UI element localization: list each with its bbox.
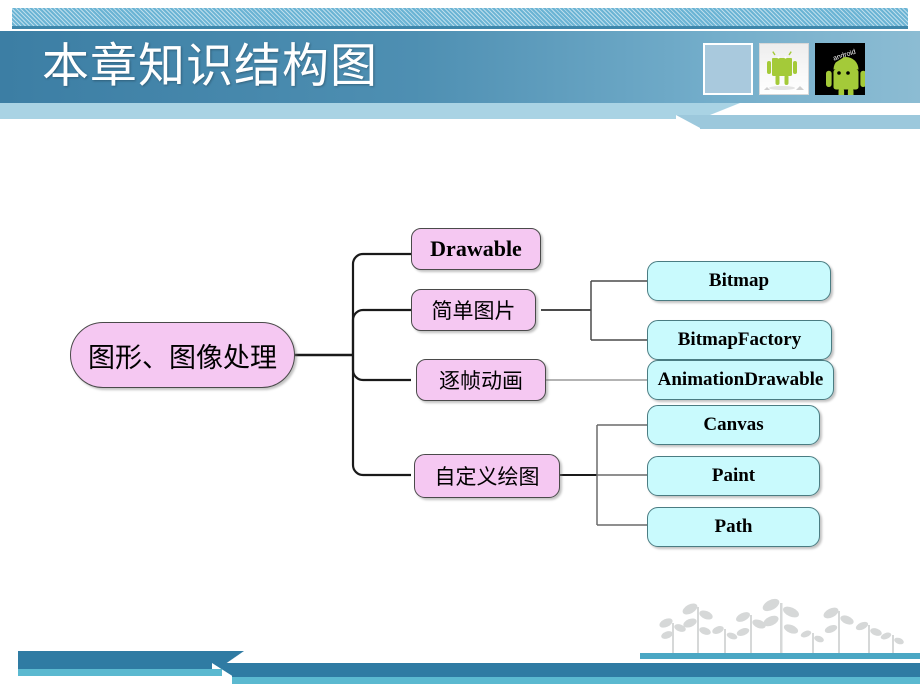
mindmap-node-canvas[interactable]: Canvas <box>647 405 820 445</box>
mindmap-node-label: 逐帧动画 <box>439 369 523 393</box>
top-band-edge <box>12 26 908 29</box>
connector-root-to-drawable <box>351 252 411 355</box>
connector-root-to-simple-image <box>351 308 411 355</box>
top-striped-band <box>12 8 908 26</box>
mindmap-node-label: 简单图片 <box>431 299 516 323</box>
footer-band <box>0 643 920 690</box>
android-robot-light-thumbnail <box>759 43 809 95</box>
header-sweep <box>0 103 920 133</box>
footer-accent-left <box>18 669 222 676</box>
android-robot-dark-thumbnail: android <box>815 43 865 95</box>
android-robot-icon <box>764 51 804 90</box>
mindmap-root-label: 图形、图像处理 <box>88 342 277 374</box>
mindmap-node-label: Path <box>714 516 753 537</box>
knowledge-structure-diagram: 图形、图像处理 Drawable 简单图片 逐帧动画 自定义绘图 Bitmap … <box>0 130 920 590</box>
mindmap-node-bitmap[interactable]: Bitmap <box>647 261 831 301</box>
mindmap-node-drawable[interactable]: Drawable <box>411 228 541 270</box>
header-sweep-step-lower <box>676 115 702 129</box>
header-sweep-right <box>700 115 920 129</box>
mindmap-node-label: Canvas <box>703 414 764 435</box>
slide-canvas: 本章知识结构图 android 图形、图像处理 Drawable 简单图片 逐帧… <box>0 0 920 690</box>
page-title: 本章知识结构图 <box>42 39 378 94</box>
mindmap-root-node[interactable]: 图形、图像处理 <box>70 322 295 388</box>
mindmap-node-paint[interactable]: Paint <box>647 456 820 496</box>
footer-accent-right <box>232 677 920 684</box>
mindmap-node-simple-image[interactable]: 简单图片 <box>411 289 536 331</box>
mindmap-node-label: 自定义绘图 <box>434 465 540 489</box>
android-robot-icon: android <box>826 49 865 95</box>
mindmap-node-animationdrawable[interactable]: AnimationDrawable <box>647 360 834 400</box>
mindmap-node-custom-draw[interactable]: 自定义绘图 <box>414 454 560 498</box>
mindmap-node-bitmapfactory[interactable]: BitmapFactory <box>647 320 832 360</box>
mindmap-node-label: Drawable <box>430 236 522 261</box>
mindmap-node-frame-animation[interactable]: 逐帧动画 <box>416 359 546 401</box>
footer-bar-left <box>18 651 218 669</box>
mindmap-node-label: Paint <box>711 465 756 486</box>
blank-slide-thumbnail <box>703 43 753 95</box>
connector-root-to-frame-animation <box>351 355 411 382</box>
header-thumbnail-strip: android <box>703 43 865 95</box>
mindmap-node-label: Bitmap <box>708 270 770 291</box>
header-sweep-left <box>0 103 700 119</box>
mindmap-node-path[interactable]: Path <box>647 507 820 547</box>
mindmap-node-label: AnimationDrawable <box>657 369 824 390</box>
connector-root-to-custom-draw <box>351 355 411 477</box>
footer-bar-right <box>232 663 920 677</box>
mindmap-node-label: BitmapFactory <box>677 329 802 350</box>
